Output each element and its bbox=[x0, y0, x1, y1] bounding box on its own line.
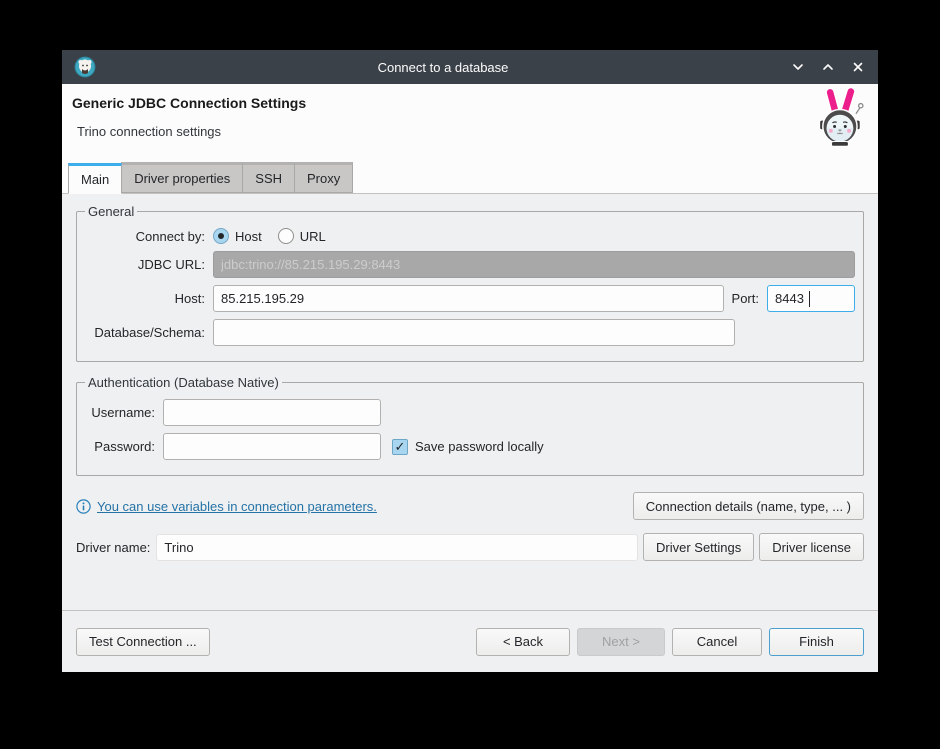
radio-host-label: Host bbox=[235, 229, 262, 244]
driver-license-button[interactable]: Driver license bbox=[759, 533, 864, 561]
general-group: General Connect by: Host URL JDBC URL: H… bbox=[76, 204, 864, 362]
tab-proxy[interactable]: Proxy bbox=[294, 162, 353, 193]
general-group-legend: General bbox=[85, 204, 137, 219]
authentication-group-legend: Authentication (Database Native) bbox=[85, 375, 282, 390]
connection-details-button[interactable]: Connection details (name, type, ... ) bbox=[633, 492, 864, 520]
finish-button[interactable]: Finish bbox=[769, 628, 864, 656]
close-icon[interactable] bbox=[850, 59, 866, 75]
cancel-button[interactable]: Cancel bbox=[672, 628, 762, 656]
page-subtitle: Trino connection settings bbox=[77, 124, 221, 139]
tab-bar: Main Driver properties SSH Proxy bbox=[62, 160, 878, 194]
port-label: Port: bbox=[732, 291, 759, 306]
username-label: Username: bbox=[85, 405, 155, 420]
text-caret bbox=[809, 291, 810, 307]
variables-link[interactable]: You can use variables in connection para… bbox=[97, 499, 377, 514]
authentication-group: Authentication (Database Native) Usernam… bbox=[76, 375, 864, 476]
tab-driver-properties[interactable]: Driver properties bbox=[121, 162, 243, 193]
jdbc-url-row: JDBC URL: bbox=[85, 251, 855, 278]
dialog-header: Generic JDBC Connection Settings Trino c… bbox=[62, 84, 878, 160]
radio-host-icon bbox=[213, 228, 229, 244]
connect-by-row: Connect by: Host URL bbox=[85, 228, 855, 244]
trino-bunny-logo bbox=[814, 87, 868, 149]
test-connection-button[interactable]: Test Connection ... bbox=[76, 628, 210, 656]
window-controls bbox=[790, 59, 866, 75]
port-field-wrap bbox=[767, 285, 855, 312]
tab-ssh[interactable]: SSH bbox=[242, 162, 295, 193]
tab-main[interactable]: Main bbox=[68, 163, 122, 194]
maximize-icon[interactable] bbox=[820, 59, 836, 75]
jdbc-url-input bbox=[213, 251, 855, 278]
save-password-label: Save password locally bbox=[415, 439, 544, 454]
connect-database-dialog: Connect to a database Generic JDBC Conne… bbox=[62, 50, 878, 672]
back-button[interactable]: < Back bbox=[476, 628, 570, 656]
port-input[interactable] bbox=[767, 285, 855, 312]
database-row: Database/Schema: bbox=[85, 319, 855, 346]
driver-name-label: Driver name: bbox=[76, 540, 150, 555]
dbeaver-app-icon bbox=[74, 56, 96, 78]
jdbc-url-label: JDBC URL: bbox=[85, 257, 205, 272]
driver-name-value bbox=[156, 534, 638, 561]
page-title: Generic JDBC Connection Settings bbox=[72, 95, 306, 111]
password-row: Password: ✓ Save password locally bbox=[85, 433, 855, 460]
save-password-checkbox[interactable]: ✓ Save password locally bbox=[392, 439, 544, 455]
checkbox-checked-icon: ✓ bbox=[392, 439, 408, 455]
database-schema-input[interactable] bbox=[213, 319, 735, 346]
main-panel: General Connect by: Host URL JDBC URL: H… bbox=[62, 194, 878, 610]
password-input[interactable] bbox=[163, 433, 381, 460]
host-row: Host: Port: bbox=[85, 285, 855, 312]
driver-settings-button[interactable]: Driver Settings bbox=[643, 533, 754, 561]
info-icon bbox=[76, 499, 91, 514]
host-label: Host: bbox=[85, 291, 205, 306]
connect-by-host-radio[interactable]: Host bbox=[213, 228, 262, 244]
username-row: Username: bbox=[85, 399, 855, 426]
next-button: Next > bbox=[577, 628, 665, 656]
driver-name-row: Driver name: Driver Settings Driver lice… bbox=[76, 533, 864, 561]
connect-by-url-radio[interactable]: URL bbox=[278, 228, 326, 244]
database-schema-label: Database/Schema: bbox=[85, 325, 205, 340]
window-title: Connect to a database bbox=[96, 60, 790, 75]
dialog-button-bar: Test Connection ... < Back Next > Cancel… bbox=[62, 610, 878, 672]
wizard-buttons: < Back Next > Cancel Finish bbox=[476, 628, 864, 656]
minimize-icon[interactable] bbox=[790, 59, 806, 75]
titlebar: Connect to a database bbox=[62, 50, 878, 84]
host-input[interactable] bbox=[213, 285, 724, 312]
variables-info-row: You can use variables in connection para… bbox=[76, 492, 864, 520]
radio-url-label: URL bbox=[300, 229, 326, 244]
password-label: Password: bbox=[85, 439, 155, 454]
username-input[interactable] bbox=[163, 399, 381, 426]
radio-url-icon bbox=[278, 228, 294, 244]
connect-by-label: Connect by: bbox=[85, 229, 205, 244]
